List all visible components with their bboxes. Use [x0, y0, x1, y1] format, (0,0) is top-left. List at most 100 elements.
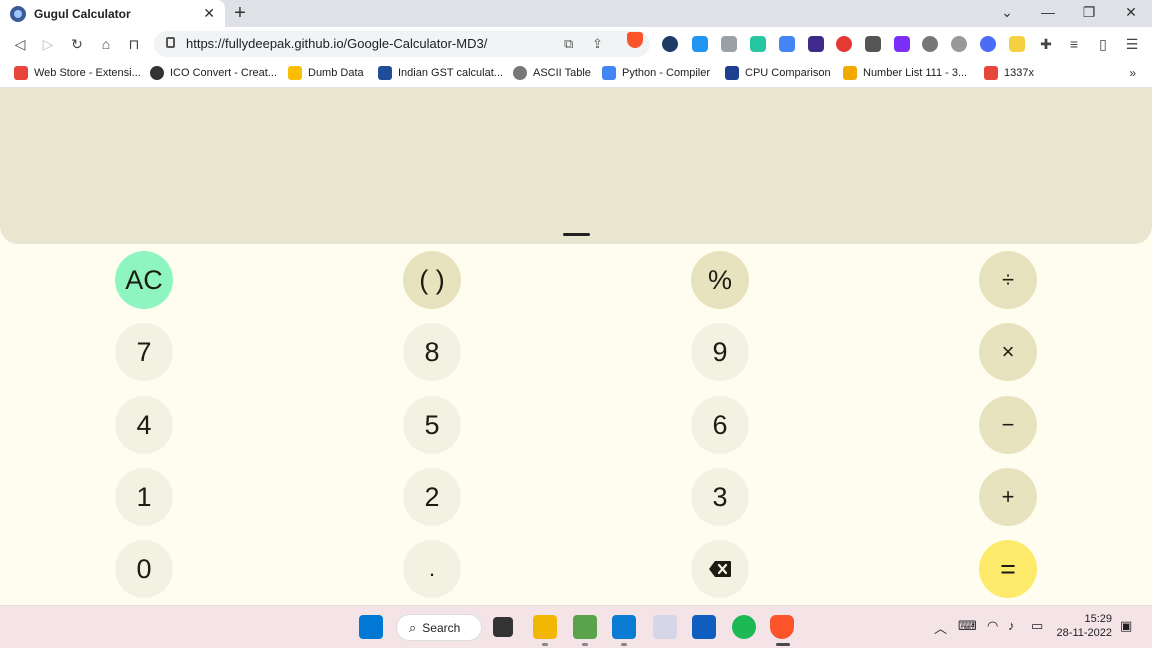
ac-button[interactable]: AC	[115, 251, 173, 309]
calculator-display	[0, 88, 1152, 244]
brave-icon[interactable]	[770, 615, 794, 639]
extension-gear-icon[interactable]	[951, 36, 967, 52]
battery-icon[interactable]: ▭	[1031, 618, 1043, 634]
digit-1-button[interactable]: 1	[115, 468, 173, 526]
address-bar[interactable]: https://fullydeepak.github.io/Google-Cal…	[154, 31, 650, 57]
extension-globe-icon[interactable]	[980, 36, 996, 52]
extension-v-icon[interactable]	[894, 36, 910, 52]
extension-folder-icon[interactable]	[1009, 36, 1025, 52]
backspace-button[interactable]	[691, 540, 749, 598]
wifi-icon[interactable]: ◠	[987, 618, 998, 634]
task-view-icon[interactable]	[493, 617, 513, 637]
file-explorer-icon[interactable]	[533, 615, 557, 639]
digit-8-button[interactable]: 8	[403, 323, 461, 381]
equals-button[interactable]: =	[979, 540, 1037, 598]
notepad-icon[interactable]	[573, 615, 597, 639]
editor-icon[interactable]	[653, 615, 677, 639]
decimal-button[interactable]: .	[403, 540, 461, 598]
drive-icon	[288, 66, 302, 80]
x-icon	[984, 66, 998, 80]
tab-gugul-calculator[interactable]: Gugul Calculator ✕	[0, 0, 225, 27]
bookmarks-overflow-icon[interactable]: »	[1129, 66, 1136, 80]
back-icon[interactable]: ◁	[10, 34, 30, 54]
digit-4-button[interactable]: 4	[115, 396, 173, 454]
vscode-icon[interactable]	[612, 615, 636, 639]
bookmark-1337x[interactable]: 1337x	[984, 66, 1034, 80]
bookmark-web-store[interactable]: Web Store - Extensi...	[14, 66, 141, 80]
reload-icon[interactable]: ↻	[67, 34, 87, 54]
bookmark-gst-calculator[interactable]: Indian GST calculat...	[378, 66, 503, 80]
windows-taskbar: ⌕ Search ︿ ⌨ ◠ ♪ ▭ 15:29 28-11-2022 ▣	[0, 605, 1152, 648]
tab-search-chevron-icon[interactable]: ⌄	[997, 4, 1017, 21]
taskbar-search[interactable]: ⌕ Search	[396, 614, 482, 641]
extension-badge-icon[interactable]	[808, 36, 824, 52]
digit-5-button[interactable]: 5	[403, 396, 461, 454]
code-icon	[602, 66, 616, 80]
bookmark-dumb-data[interactable]: Dumb Data	[288, 66, 364, 80]
spotify-icon[interactable]	[732, 615, 756, 639]
bookmark-number-list[interactable]: Number List 111 - 3...	[843, 66, 967, 80]
parentheses-button[interactable]: ( )	[403, 251, 461, 309]
sidebar-toggle-icon[interactable]: ▯	[1093, 34, 1113, 54]
tab-close-icon[interactable]: ✕	[203, 5, 215, 22]
digit-6-button[interactable]: 6	[691, 396, 749, 454]
extensions-puzzle-icon[interactable]: ✚	[1036, 34, 1056, 54]
bookmark-python-compiler[interactable]: Python - Compiler	[602, 66, 710, 80]
multiply-button[interactable]: ×	[979, 323, 1037, 381]
brave-shield-icon[interactable]	[627, 32, 643, 48]
file-explorer-indicator	[542, 643, 548, 646]
notification-icon[interactable]: ▣	[1120, 618, 1132, 634]
extension-bug-icon[interactable]	[922, 36, 938, 52]
extension-arrow-icon[interactable]	[750, 36, 766, 52]
bookmark-ico-convert[interactable]: ICO Convert - Creat...	[150, 66, 277, 80]
divide-button[interactable]: ÷	[979, 251, 1037, 309]
minus-button[interactable]: −	[979, 396, 1037, 454]
minimize-button[interactable]: —	[1038, 4, 1058, 20]
search-label: Search	[422, 620, 461, 635]
restore-button[interactable]: ❐	[1079, 4, 1099, 21]
bookmark-ascii-table[interactable]: ASCII Table	[513, 66, 591, 80]
extension-profile-icon[interactable]	[721, 36, 737, 52]
new-tab-button[interactable]: +	[230, 2, 250, 25]
open-in-app-icon[interactable]: ⧉	[564, 36, 573, 52]
extension-play-icon[interactable]	[836, 36, 852, 52]
store-icon[interactable]	[692, 615, 716, 639]
forward-icon[interactable]: ▷	[38, 34, 58, 54]
hash-icon	[843, 66, 857, 80]
menu-icon[interactable]: ☰	[1122, 34, 1142, 54]
close-window-button[interactable]: ✕	[1121, 4, 1141, 21]
gst-icon	[378, 66, 392, 80]
share-icon[interactable]: ⇪	[592, 36, 603, 52]
digit-9-button[interactable]: 9	[691, 323, 749, 381]
tab-title: Gugul Calculator	[34, 6, 131, 21]
bookmark-cpu-comparison[interactable]: CPU Comparison	[725, 66, 831, 80]
calculator-page: AC ( ) % ÷ 7 8 9 × 4 5 6 − 1 2 3 + 0 . =	[0, 88, 1152, 605]
site-favicon-icon	[10, 5, 26, 22]
extension-pip-icon[interactable]	[865, 36, 881, 52]
volume-icon[interactable]: ♪	[1008, 618, 1015, 633]
url-text[interactable]: https://fullydeepak.github.io/Google-Cal…	[186, 36, 487, 51]
plus-button[interactable]: +	[979, 468, 1037, 526]
address-toolbar: ◁ ▷ ↻ ⌂ ⊓ https://fullydeepak.github.io/…	[0, 27, 1152, 61]
web-store-icon	[14, 66, 28, 80]
digit-2-button[interactable]: 2	[403, 468, 461, 526]
start-icon[interactable]	[359, 615, 383, 639]
digit-3-button[interactable]: 3	[691, 468, 749, 526]
bookmark-icon[interactable]: ⊓	[124, 34, 144, 54]
extension-screenshot-icon[interactable]	[692, 36, 708, 52]
media-queue-icon[interactable]: ≡	[1064, 34, 1084, 54]
system-clock[interactable]: 15:29 28-11-2022	[1057, 612, 1112, 640]
extension-cursor-icon[interactable]	[662, 36, 678, 52]
lock-icon	[166, 37, 175, 48]
notepad-indicator	[582, 643, 588, 646]
drag-handle[interactable]	[563, 233, 590, 236]
keyboard-icon[interactable]: ⌨	[958, 618, 977, 634]
digit-7-button[interactable]: 7	[115, 323, 173, 381]
clock-date: 28-11-2022	[1056, 627, 1112, 639]
home-icon[interactable]: ⌂	[96, 34, 116, 54]
extension-translate-icon[interactable]	[779, 36, 795, 52]
tray-chevron-icon[interactable]: ︿	[934, 618, 947, 637]
backspace-icon	[709, 561, 731, 577]
percent-button[interactable]: %	[691, 251, 749, 309]
digit-0-button[interactable]: 0	[115, 540, 173, 598]
